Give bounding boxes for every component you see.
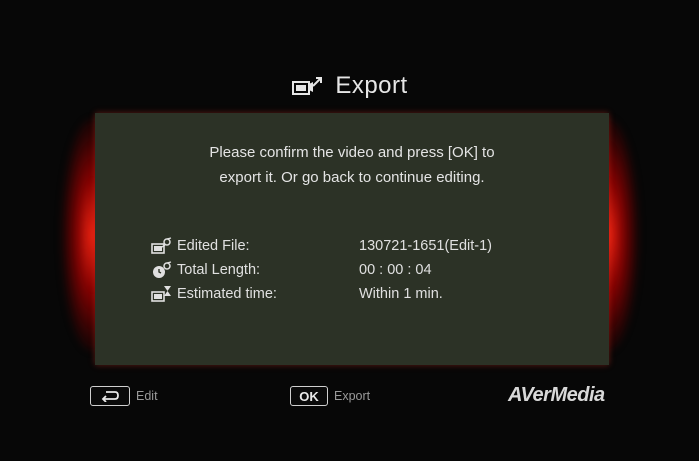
export-hint[interactable]: OK Export bbox=[290, 386, 370, 406]
total-length-label: Total Length: bbox=[177, 262, 261, 278]
edited-file-label: Edited File: bbox=[177, 238, 250, 254]
hourglass-film-icon bbox=[151, 285, 173, 303]
ok-key[interactable]: OK bbox=[290, 386, 328, 406]
dialog-title: Export bbox=[335, 72, 408, 99]
export-screen: Export Please confirm the video and pres… bbox=[0, 0, 699, 461]
message-line-2: export it. Or go back to continue editin… bbox=[219, 169, 485, 186]
edit-hint[interactable]: Edit bbox=[90, 386, 158, 406]
confirm-message: Please confirm the video and press [OK] … bbox=[95, 140, 609, 190]
back-key-icon[interactable] bbox=[90, 386, 130, 406]
edit-label: Edit bbox=[136, 389, 158, 403]
message-line-1: Please confirm the video and press [OK] … bbox=[209, 144, 495, 161]
footer-hints: Edit OK Export AVerMedia bbox=[0, 384, 699, 412]
info-row-edited-file: Edited File: 130721-1651(Edit-1) bbox=[151, 234, 492, 258]
dialog-title-bar: Export bbox=[0, 66, 699, 106]
film-edit-icon bbox=[151, 237, 173, 255]
clock-film-icon bbox=[151, 261, 173, 279]
export-dialog-panel: Please confirm the video and press [OK] … bbox=[95, 113, 609, 365]
info-row-total-length: Total Length: 00 : 00 : 04 bbox=[151, 258, 492, 282]
total-length-value: 00 : 00 : 04 bbox=[359, 262, 432, 278]
info-row-estimated-time: Estimated time: Within 1 min. bbox=[151, 282, 492, 306]
export-info-list: Edited File: 130721-1651(Edit-1) Total L… bbox=[151, 234, 492, 306]
estimated-time-value: Within 1 min. bbox=[359, 286, 443, 302]
edited-file-value: 130721-1651(Edit-1) bbox=[359, 238, 493, 254]
export-icon bbox=[291, 74, 325, 98]
avermedia-logo: AVerMedia bbox=[508, 384, 605, 406]
estimated-time-label: Estimated time: bbox=[177, 286, 277, 302]
export-label: Export bbox=[334, 389, 371, 403]
